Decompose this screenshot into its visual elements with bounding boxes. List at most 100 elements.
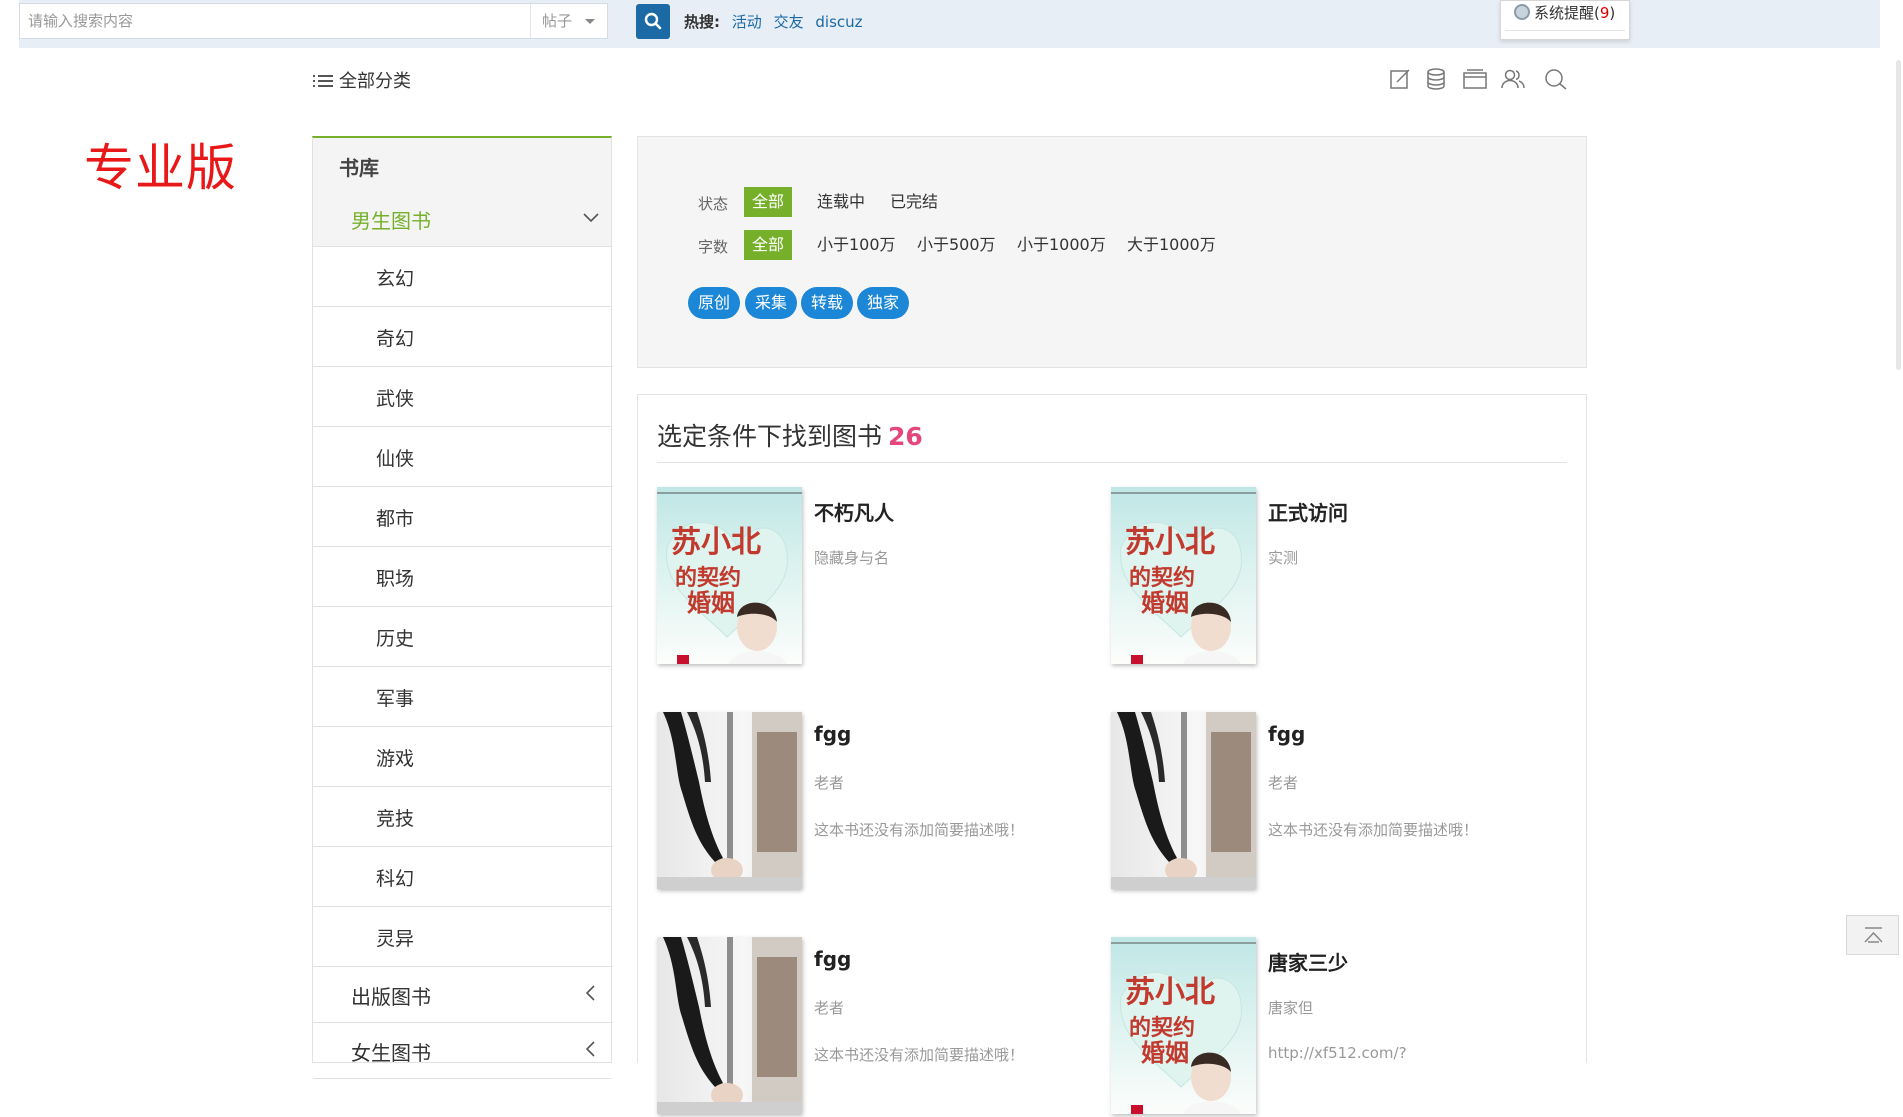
notice-divider	[1505, 30, 1625, 31]
book-title[interactable]: 正式访问	[1268, 497, 1348, 526]
svg-text:苏小北: 苏小北	[671, 525, 761, 560]
book-author: 老者	[814, 999, 845, 1017]
sidebar-sub-item[interactable]: 仙侠	[313, 427, 611, 487]
sidebar-sub-item[interactable]: 职场	[313, 547, 611, 607]
results-panel: 选定条件下找到图书 26 苏小北 的契约 婚姻 不朽凡人 隐藏身与名 苏小北 的契约 婚姻 正式访…	[637, 394, 1587, 1114]
search-icon	[644, 12, 662, 30]
results-title-text: 选定条件下找到图书	[657, 422, 883, 451]
chevron-left-icon	[585, 985, 595, 1001]
words-option-over-1000w[interactable]: 大于1000万	[1119, 230, 1224, 260]
words-option-under-100w[interactable]: 小于100万	[809, 230, 904, 260]
book-card[interactable]: fgg 老者这本书还没有添加简要描述哦！	[657, 937, 1097, 1117]
book-card[interactable]: fgg 老者这本书还没有添加简要描述哦！	[657, 712, 1097, 892]
window-icon[interactable]	[1462, 67, 1488, 93]
book-title[interactable]: fgg	[814, 947, 851, 971]
book-description: 这本书还没有添加简要描述哦！	[1268, 821, 1479, 839]
book-card[interactable]: 苏小北 的契约 婚姻 唐家三少 唐家但 http://xf512.com/?	[1111, 937, 1551, 1117]
tag-exclusive[interactable]: 独家	[857, 287, 910, 319]
sidebar-sub-item[interactable]: 武侠	[313, 367, 611, 427]
tag-reprint[interactable]: 转载	[801, 287, 854, 319]
search-tool-icon[interactable]	[1543, 67, 1569, 93]
words-option-all[interactable]: 全部	[744, 230, 793, 260]
book-cover-image	[657, 937, 802, 1114]
book-author: 老者	[1268, 774, 1299, 792]
status-filter-label: 状态	[698, 195, 729, 213]
brand-text: 专业版	[84, 139, 237, 197]
search-box: 帖子	[19, 3, 608, 39]
sidebar-category-female[interactable]: 女生图书	[313, 1023, 611, 1079]
book-cover-image	[657, 712, 802, 889]
sidebar-sub-item[interactable]: 科幻	[313, 847, 611, 907]
results-count: 26	[888, 422, 923, 451]
search-type-label: 帖子	[542, 12, 573, 30]
database-icon[interactable]	[1424, 67, 1450, 93]
words-option-under-500w[interactable]: 小于500万	[909, 230, 1004, 260]
book-author: 老者	[814, 774, 845, 792]
sidebar-sub-item[interactable]: 灵异	[313, 907, 611, 967]
hot-link-friends[interactable]: 交友	[774, 13, 804, 31]
chevron-down-icon	[583, 213, 599, 223]
search-button[interactable]	[636, 4, 670, 39]
book-card[interactable]: 苏小北 的契约 婚姻 不朽凡人 隐藏身与名	[657, 487, 1097, 667]
sidebar-category-label: 出版图书	[351, 985, 431, 1009]
notice-close-paren: )	[1609, 4, 1616, 22]
book-title[interactable]: 唐家三少	[1268, 947, 1348, 976]
book-author: 唐家但	[1268, 999, 1314, 1017]
hot-search: 热搜: 活动 交友 discuz	[684, 11, 863, 32]
sidebar-sub-item[interactable]: 游戏	[313, 727, 611, 787]
sidebar-title: 书库	[313, 138, 611, 191]
status-option-ongoing[interactable]: 连载中	[809, 187, 873, 217]
book-author: 实测	[1268, 549, 1299, 567]
scrollbar[interactable]	[1896, 60, 1901, 370]
sidebar-sub-item[interactable]: 军事	[313, 667, 611, 727]
gear-icon	[1514, 4, 1530, 20]
book-card[interactable]: 苏小北 的契约 婚姻 正式访问实测	[1111, 487, 1551, 667]
caret-down-icon	[585, 19, 595, 24]
all-categories-button[interactable]: 全部分类	[313, 67, 411, 93]
arrow-up-icon	[1864, 927, 1883, 943]
search-input[interactable]	[20, 4, 530, 38]
sidebar-sub-item[interactable]: 竞技	[313, 787, 611, 847]
tag-collected[interactable]: 采集	[745, 287, 798, 319]
notice-count: 9	[1599, 4, 1610, 22]
sidebar-sub-item[interactable]: 历史	[313, 607, 611, 667]
sidebar-sub-item[interactable]: 玄幻	[313, 247, 611, 307]
sidebar-category-male[interactable]: 男生图书	[313, 191, 611, 247]
book-title[interactable]: fgg	[1268, 722, 1305, 746]
svg-text:苏小北: 苏小北	[1125, 975, 1215, 1010]
edit-icon[interactable]	[1388, 67, 1414, 93]
book-card[interactable]: fgg 老者这本书还没有添加简要描述哦！	[1111, 712, 1551, 892]
words-option-under-1000w[interactable]: 小于1000万	[1009, 230, 1114, 260]
words-filter-label: 字数	[698, 238, 729, 256]
sidebar-category-label: 男生图书	[351, 209, 431, 233]
tag-original[interactable]: 原创	[688, 287, 741, 319]
book-description: 这本书还没有添加简要描述哦！	[814, 821, 1025, 839]
back-to-top-button[interactable]	[1846, 915, 1899, 955]
notice-label: 系统提醒(	[1534, 4, 1600, 22]
users-icon[interactable]	[1500, 67, 1526, 93]
svg-text:苏小北: 苏小北	[1125, 525, 1215, 560]
hot-link-activity[interactable]: 活动	[732, 13, 762, 31]
book-title[interactable]: fgg	[814, 722, 851, 746]
book-author: 隐藏身与名	[814, 549, 890, 567]
book-description: 这本书还没有添加简要描述哦！	[814, 1046, 1025, 1064]
svg-text:婚姻: 婚姻	[1141, 588, 1189, 617]
book-title[interactable]: 不朽凡人	[814, 497, 894, 526]
sidebar-category-published[interactable]: 出版图书	[313, 967, 611, 1023]
search-type-select[interactable]: 帖子	[530, 4, 607, 38]
status-option-finished[interactable]: 已完结	[882, 187, 946, 217]
book-cover-image: 苏小北 的契约 婚姻	[1111, 487, 1256, 664]
status-option-all[interactable]: 全部	[744, 187, 793, 217]
results-divider	[657, 462, 1567, 463]
sidebar-sub-item[interactable]: 奇幻	[313, 307, 611, 367]
system-notice[interactable]: 系统提醒(9)	[1500, 0, 1630, 40]
words-filter-row: 字数 全部 小于100万 小于500万 小于1000万 大于1000万	[698, 230, 1498, 260]
sidebar-sub-item[interactable]: 都市	[313, 487, 611, 547]
list-icon	[313, 73, 333, 89]
hot-search-label: 热搜:	[684, 13, 720, 31]
hot-link-discuz[interactable]: discuz	[815, 13, 862, 31]
book-cover-image	[1111, 712, 1256, 889]
all-categories-label: 全部分类	[339, 71, 411, 92]
category-sidebar: 书库 男生图书 玄幻 奇幻 武侠 仙侠 都市 职场 历史 军事 游戏 竞技 科幻 灵异 出版图书 女生…	[312, 136, 612, 1079]
book-cover-image: 苏小北 的契约 婚姻	[1111, 937, 1256, 1114]
